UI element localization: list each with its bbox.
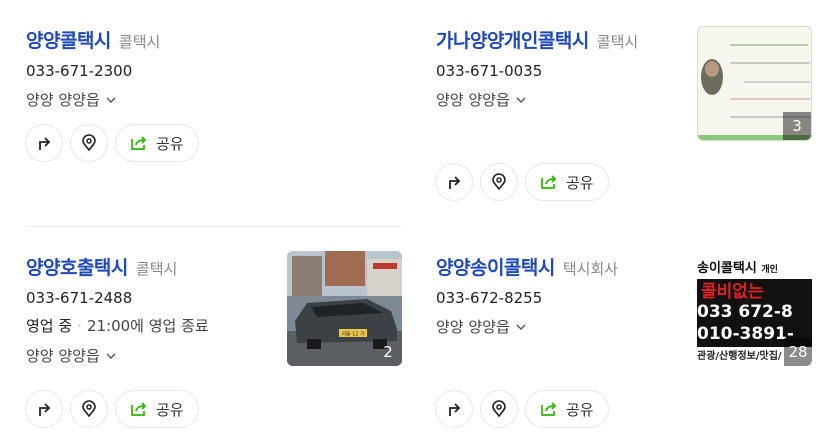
share-button[interactable]: 공유 (525, 390, 609, 428)
action-bar: 공유 (25, 390, 199, 428)
business-hours: 영업 중 · 21:00에 영업 종료 (26, 315, 276, 336)
share-button[interactable]: 공유 (115, 390, 199, 428)
place-category: 콜택시 (596, 33, 639, 51)
address-text: 양양 양양읍 (436, 318, 510, 336)
share-icon (131, 136, 147, 150)
photo-count-badge: 28 (784, 338, 812, 366)
address-toggle[interactable]: 양양 양양읍 (436, 89, 686, 110)
place-name-link[interactable]: 양양송이콜택시 (436, 253, 555, 280)
place-name-link[interactable]: 가나양양개인콜택시 (436, 26, 589, 53)
place-name-link[interactable]: 양양콜택시 (26, 26, 111, 53)
place-photo[interactable]: 3 (697, 26, 812, 141)
place-photo[interactable]: 송이콜택시 개인 콜비없는 033 672-8 010-3891- 관광/산행정… (697, 251, 812, 366)
result-card: 양양호출택시 콜택시 033-671-2488 영업 중 · 21:00에 영업 종… (26, 253, 276, 366)
map-pin-icon (492, 400, 506, 418)
directions-button[interactable] (25, 390, 63, 428)
separator-dot: · (77, 317, 82, 335)
share-button[interactable]: 공유 (115, 124, 199, 162)
place-name-link[interactable]: 양양호출택시 (26, 253, 128, 280)
sign-line1: 송이콜택시 (697, 261, 757, 276)
directions-button[interactable] (435, 163, 473, 201)
map-pin-icon (492, 173, 506, 191)
phone-number: 033-672-8255 (436, 289, 543, 307)
result-card: 가나양양개인콜택시 콜택시 033-671-0035 양양 양양읍 (436, 26, 686, 110)
phone-number: 033-671-0035 (436, 62, 543, 80)
action-bar: 공유 (435, 163, 609, 201)
place-photo[interactable]: 서울 12 가 2 (287, 251, 402, 366)
place-category: 콜택시 (135, 260, 178, 278)
chevron-down-icon (106, 97, 116, 103)
sign-phone1: 033 672-8 (697, 302, 793, 322)
address-text: 양양 양양읍 (436, 91, 510, 109)
share-label: 공유 (156, 400, 184, 419)
phone-number: 033-671-2488 (26, 289, 133, 307)
map-pin-icon (82, 400, 96, 418)
chevron-down-icon (516, 97, 526, 103)
place-category: 콜택시 (118, 33, 161, 51)
photo-count-badge: 3 (783, 112, 811, 140)
share-icon (541, 402, 557, 416)
plate-text: 서울 12 가 (341, 331, 365, 338)
sign-phone2: 010-3891- (697, 324, 794, 344)
open-status: 영업 중 (26, 317, 73, 335)
closing-time: 21:00에 영업 종료 (86, 317, 209, 335)
action-bar: 공유 (25, 124, 199, 162)
share-icon (541, 175, 557, 189)
address-text: 양양 양양읍 (26, 347, 100, 365)
sign-individual: 개인 (761, 265, 778, 275)
map-pin-button[interactable] (70, 390, 108, 428)
directions-icon (39, 137, 51, 150)
address-toggle[interactable]: 양양 양양읍 (26, 89, 406, 110)
map-pin-icon (82, 134, 96, 152)
place-category: 택시회사 (562, 260, 619, 278)
result-card: 양양콜택시 콜택시 033-671-2300 양양 양양읍 (26, 26, 406, 110)
sign-footer: 관광/산행정보/맛집/ (697, 351, 782, 362)
sign-line2: 콜비없는 (701, 282, 764, 302)
chevron-down-icon (106, 353, 116, 359)
address-text: 양양 양양읍 (26, 91, 100, 109)
directions-icon (449, 403, 461, 416)
map-pin-button[interactable] (480, 163, 518, 201)
map-pin-button[interactable] (480, 390, 518, 428)
share-label: 공유 (566, 400, 594, 419)
map-pin-button[interactable] (70, 124, 108, 162)
phone-number: 033-671-2300 (26, 62, 133, 80)
address-toggle[interactable]: 양양 양양읍 (436, 316, 686, 337)
chevron-down-icon (516, 324, 526, 330)
share-button[interactable]: 공유 (525, 163, 609, 201)
share-icon (131, 402, 147, 416)
result-card: 양양송이콜택시 택시회사 033-672-8255 양양 양양읍 (436, 253, 686, 337)
share-label: 공유 (156, 134, 184, 153)
directions-button[interactable] (435, 390, 473, 428)
photo-count-badge: 2 (383, 343, 393, 361)
directions-icon (39, 403, 51, 416)
row-divider (26, 226, 402, 227)
directions-icon (449, 176, 461, 189)
action-bar: 공유 (435, 390, 609, 428)
directions-button[interactable] (25, 124, 63, 162)
address-toggle[interactable]: 양양 양양읍 (26, 345, 276, 366)
share-label: 공유 (566, 173, 594, 192)
